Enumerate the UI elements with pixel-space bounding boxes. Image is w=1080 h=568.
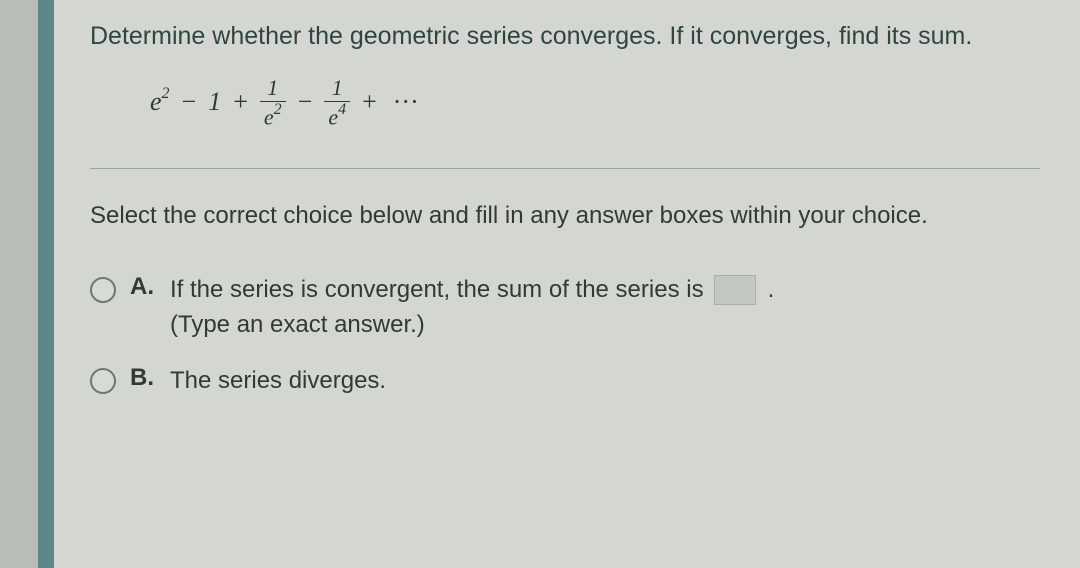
minus-op-2: − (294, 87, 317, 117)
answer-input[interactable] (714, 275, 756, 305)
choice-a: A. If the series is convergent, the sum … (90, 273, 1040, 343)
series-term-1: 1 (208, 87, 221, 117)
content-area: Determine whether the geometric series c… (54, 0, 1080, 568)
choice-b-label: B. (130, 364, 156, 392)
divider (90, 168, 1040, 169)
prompt-text: Select the correct choice below and fill… (90, 199, 1040, 233)
series-expression: e2 − 1 + 1 e2 − 1 e4 + ··· (150, 76, 1040, 129)
ellipsis: ··· (389, 87, 423, 117)
page: Determine whether the geometric series c… (0, 0, 1080, 568)
radio-a[interactable] (90, 277, 116, 303)
choice-b-body: The series diverges. (170, 364, 386, 399)
minus-op: − (178, 87, 201, 117)
fraction-1-over-e4: 1 e4 (324, 76, 350, 129)
plus-op-2: + (358, 87, 381, 117)
fraction-1-over-e2: 1 e2 (260, 76, 286, 129)
choice-a-label: A. (130, 273, 156, 301)
plus-op: + (229, 87, 252, 117)
choice-a-body: If the series is convergent, the sum of … (170, 273, 774, 343)
choice-b: B. The series diverges. (90, 364, 1040, 399)
accent-bar (38, 0, 54, 568)
series-term-e2: e2 (150, 87, 170, 117)
choice-b-text: The series diverges. (170, 364, 386, 399)
choice-a-hint: (Type an exact answer.) (170, 308, 774, 343)
choice-a-text: If the series is convergent, the sum of … (170, 273, 704, 308)
choice-a-period: . (768, 273, 775, 308)
choices-group: A. If the series is convergent, the sum … (90, 273, 1040, 399)
radio-b[interactable] (90, 368, 116, 394)
question-title: Determine whether the geometric series c… (90, 20, 1040, 54)
